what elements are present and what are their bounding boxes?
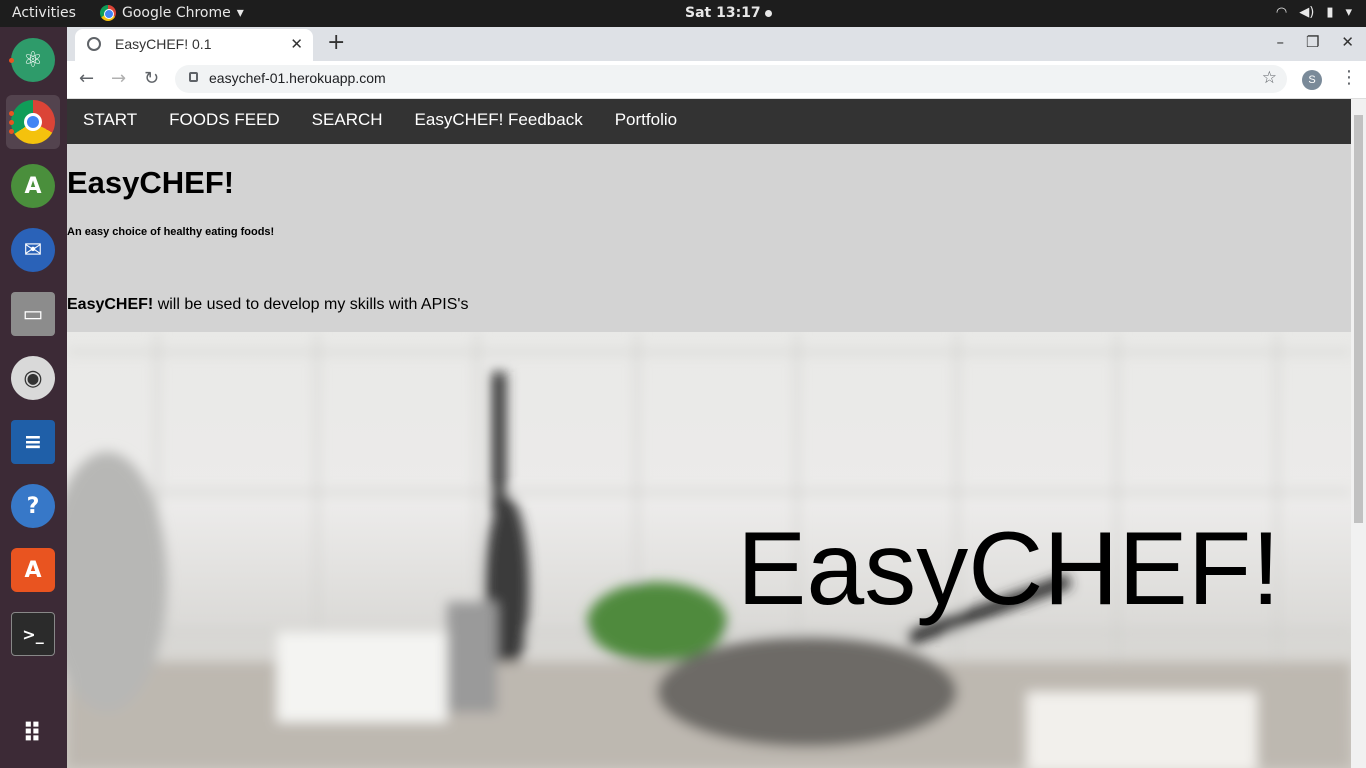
- app-menu-label: Google Chrome: [122, 5, 231, 21]
- atom-icon: ⚛: [11, 38, 55, 82]
- android-studio-icon: A: [11, 164, 55, 208]
- forward-button[interactable]: →: [111, 68, 126, 89]
- hero-title: EasyCHEF!: [737, 511, 1281, 627]
- software-icon: A: [11, 548, 55, 592]
- maximize-button[interactable]: ❐: [1306, 33, 1319, 51]
- dock-terminal[interactable]: >_: [6, 607, 60, 661]
- dock-chrome[interactable]: [6, 95, 60, 149]
- tagline: An easy choice of healthy eating foods!: [67, 226, 275, 238]
- rhythmbox-icon: ◉: [11, 356, 55, 400]
- intro-body: will be used to develop my skills with A…: [153, 296, 469, 313]
- volume-icon: ◀): [1299, 5, 1315, 20]
- chrome-icon: [100, 5, 116, 21]
- running-indicator: [9, 129, 14, 134]
- url-text: easychef-01.herokuapp.com: [209, 70, 386, 86]
- lock-icon: [189, 72, 198, 82]
- running-indicator: [9, 58, 14, 63]
- close-icon[interactable]: ✕: [290, 35, 303, 53]
- notification-dot: [764, 9, 772, 17]
- help-icon: ?: [11, 484, 55, 528]
- running-indicator: [9, 111, 14, 116]
- browser-tab[interactable]: EasyCHEF! 0.1 ✕: [75, 29, 313, 61]
- clock-label: Sat 13:17: [685, 5, 761, 21]
- site-nav: START FOODS FEED SEARCH EasyCHEF! Feedba…: [67, 99, 1351, 144]
- files-icon: ▭: [11, 292, 55, 336]
- page-title: EasyCHEF!: [67, 165, 235, 200]
- browser-toolbar: ← → ↻ easychef-01.herokuapp.com ☆ S ⋮: [67, 61, 1366, 99]
- chrome-icon: [11, 100, 55, 144]
- nav-foods-feed[interactable]: FOODS FEED: [153, 99, 296, 144]
- clock[interactable]: Sat 13:17: [685, 5, 772, 21]
- close-window-button[interactable]: ✕: [1341, 33, 1354, 51]
- intro-brand: EasyCHEF!: [67, 296, 154, 313]
- app-menu[interactable]: Google Chrome ▾: [100, 5, 244, 21]
- new-tab-button[interactable]: +: [327, 30, 345, 55]
- chevron-down-icon: ▾: [236, 5, 244, 21]
- page-scrollbar[interactable]: [1351, 99, 1366, 768]
- nav-start[interactable]: START: [67, 99, 153, 144]
- app-grid-icon: ⠿: [21, 719, 45, 749]
- terminal-icon: >_: [11, 612, 55, 656]
- system-tray[interactable]: ◠ ◀) ▮ ▾: [1276, 5, 1352, 20]
- dock-software[interactable]: A: [6, 543, 60, 597]
- minimize-button[interactable]: –: [1276, 33, 1284, 51]
- thunderbird-icon: ✉: [11, 228, 55, 272]
- window-controls: – ❐ ✕: [1276, 33, 1354, 51]
- writer-icon: ≡: [11, 420, 55, 464]
- dock-rhythmbox[interactable]: ◉: [6, 351, 60, 405]
- scrollbar-thumb[interactable]: [1354, 115, 1363, 523]
- activities-button[interactable]: Activities: [12, 5, 76, 21]
- bookmark-star-icon[interactable]: ☆: [1262, 68, 1277, 88]
- menu-icon[interactable]: ⋮: [1340, 67, 1358, 88]
- web-page: START FOODS FEED SEARCH EasyCHEF! Feedba…: [67, 99, 1351, 768]
- dock-show-apps[interactable]: ⠿: [6, 707, 60, 761]
- dock-android-studio[interactable]: A: [6, 159, 60, 213]
- intro-text: EasyCHEF! will be used to develop my ski…: [67, 296, 468, 314]
- browser-window: EasyCHEF! 0.1 ✕ + – ❐ ✕ ← → ↻ easychef-0…: [67, 27, 1366, 768]
- dock-atom[interactable]: ⚛: [6, 33, 60, 87]
- back-button[interactable]: ←: [79, 68, 94, 89]
- dock-help[interactable]: ?: [6, 479, 60, 533]
- address-bar[interactable]: easychef-01.herokuapp.com ☆: [175, 65, 1287, 93]
- wifi-icon: ◠: [1275, 5, 1288, 20]
- dock: ⚛ A ✉ ▭ ◉ ≡ ? A >_ ⠿: [0, 27, 67, 768]
- reload-button[interactable]: ↻: [144, 68, 159, 89]
- dock-writer[interactable]: ≡: [6, 415, 60, 469]
- system-top-bar: Activities Google Chrome ▾ Sat 13:17 ◠ ◀…: [0, 0, 1366, 27]
- globe-icon: [87, 37, 101, 51]
- chevron-down-icon: ▾: [1345, 5, 1352, 20]
- nav-feedback[interactable]: EasyCHEF! Feedback: [399, 99, 599, 144]
- tab-strip: EasyCHEF! 0.1 ✕ + – ❐ ✕: [67, 27, 1366, 61]
- nav-search[interactable]: SEARCH: [296, 99, 399, 144]
- battery-icon: ▮: [1326, 5, 1334, 20]
- hero-image: EasyCHEF!: [67, 332, 1351, 768]
- dock-files[interactable]: ▭: [6, 287, 60, 341]
- profile-avatar[interactable]: S: [1302, 70, 1322, 90]
- nav-portfolio[interactable]: Portfolio: [599, 99, 693, 144]
- dock-thunderbird[interactable]: ✉: [6, 223, 60, 277]
- tab-title: EasyCHEF! 0.1: [115, 36, 212, 52]
- running-indicator: [9, 120, 14, 125]
